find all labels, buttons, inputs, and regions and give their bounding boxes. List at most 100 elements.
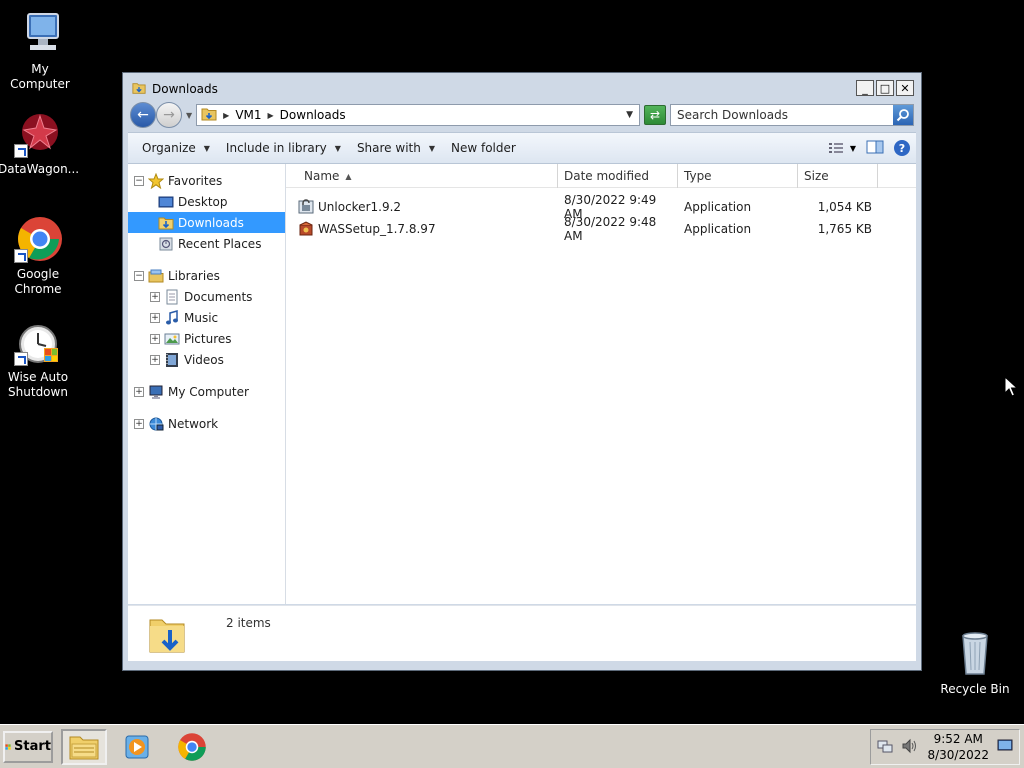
computer-icon: [16, 10, 64, 58]
taskbar-chrome-button[interactable]: [169, 729, 215, 765]
search-icon: [896, 109, 909, 122]
share-with-label: Share with: [356, 141, 421, 155]
address-history-dropdown[interactable]: ▼: [626, 110, 633, 120]
caret-down-icon[interactable]: ▼: [850, 144, 856, 153]
desktop-icon-my-computer[interactable]: My Computer: [0, 10, 80, 92]
nav-videos[interactable]: + Videos: [128, 349, 285, 370]
start-button[interactable]: Start: [3, 730, 53, 763]
nav-downloads[interactable]: Downloads: [128, 212, 285, 233]
back-button[interactable]: ←: [130, 102, 156, 128]
caret-down-icon: ▼: [203, 143, 210, 153]
column-header-name[interactable]: Name ▲: [286, 164, 558, 188]
column-header-type[interactable]: Type: [678, 164, 798, 188]
title-bar[interactable]: Downloads _ □ ✕: [128, 78, 916, 100]
change-view-button[interactable]: ▼: [828, 141, 856, 155]
recent-pages-dropdown[interactable]: ▼: [186, 111, 192, 120]
expand-toggle[interactable]: +: [134, 418, 144, 429]
desktop-icon-recycle-bin[interactable]: Recycle Bin: [935, 630, 1015, 697]
share-with-menu[interactable]: Share with ▼: [349, 136, 443, 160]
desktop-icon-google-chrome[interactable]: Google Chrome: [0, 215, 78, 297]
breadcrumb-downloads[interactable]: Downloads: [280, 108, 346, 122]
recycle-bin-icon: [951, 630, 999, 678]
nav-libraries[interactable]: − Libraries: [128, 265, 285, 286]
alarm-clock-icon: [14, 318, 62, 366]
show-desktop-icon[interactable]: [997, 739, 1013, 756]
nav-pictures[interactable]: + Pictures: [128, 328, 285, 349]
expand-toggle[interactable]: +: [150, 354, 160, 365]
expand-toggle[interactable]: +: [150, 312, 160, 323]
expand-toggle[interactable]: +: [150, 333, 160, 344]
clock-time: 9:52 AM: [933, 732, 983, 746]
desktop-icon-datawagon[interactable]: DataWagon...: [0, 110, 79, 177]
computer-icon: [148, 384, 164, 400]
clock-date: 8/30/2022: [927, 748, 989, 762]
taskbar-explorer-button[interactable]: [61, 728, 107, 765]
mouse-cursor-icon: [1004, 375, 1019, 401]
refresh-button[interactable]: ⇄: [644, 105, 666, 125]
expand-toggle[interactable]: +: [150, 291, 160, 302]
column-header-size[interactable]: Size: [798, 164, 878, 188]
pictures-icon: [164, 331, 180, 347]
file-name: WASSetup_1.7.8.97: [318, 222, 436, 236]
command-bar: Organize ▼ Include in library ▼ Share wi…: [128, 132, 916, 164]
nav-label: Network: [168, 416, 219, 431]
sort-ascending-icon: ▲: [345, 171, 352, 181]
nav-label: Videos: [184, 352, 224, 367]
minimize-button[interactable]: _: [856, 80, 874, 96]
nav-favorites[interactable]: − Favorites: [128, 170, 285, 191]
documents-icon: [164, 289, 180, 305]
file-size: 1,054 KB: [817, 200, 872, 214]
nav-desktop[interactable]: Desktop: [128, 191, 285, 212]
volume-icon[interactable]: [901, 738, 919, 757]
nav-recent-places[interactable]: Recent Places: [128, 233, 285, 254]
desktop-icon-label: Recycle Bin: [940, 682, 1010, 696]
nav-network[interactable]: + Network: [128, 413, 285, 434]
help-icon[interactable]: ?: [894, 140, 910, 156]
desktop-icon-wise-auto-shutdown[interactable]: Wise Auto Shutdown: [0, 318, 78, 400]
shortcut-arrow-icon: [14, 144, 28, 158]
nav-label: Documents: [184, 289, 253, 304]
breadcrumb-arrow[interactable]: ▶: [268, 111, 274, 120]
column-label: Size: [804, 169, 829, 183]
address-bar[interactable]: ▶ VM1 ▶ Downloads ▼: [196, 104, 640, 126]
nav-documents[interactable]: + Documents: [128, 286, 285, 307]
forward-button[interactable]: →: [156, 102, 182, 128]
taskbar-media-player-button[interactable]: [115, 729, 161, 765]
breadcrumb-vm1[interactable]: VM1: [235, 108, 261, 122]
arrow-right-icon: →: [163, 107, 175, 123]
file-date: 8/30/2022 9:48 AM: [564, 215, 657, 243]
nav-my-computer[interactable]: + My Computer: [128, 381, 285, 402]
nav-music[interactable]: + Music: [128, 307, 285, 328]
column-header-date-modified[interactable]: Date modified: [558, 164, 678, 188]
breadcrumb-arrow[interactable]: ▶: [223, 111, 229, 120]
preview-pane-button[interactable]: [866, 140, 884, 157]
collapse-toggle[interactable]: −: [134, 270, 144, 281]
nav-label: Downloads: [178, 215, 244, 230]
network-tray-icon[interactable]: [877, 738, 893, 757]
include-in-library-menu[interactable]: Include in library ▼: [218, 136, 349, 160]
address-row: ← → ▼ ▶ VM1 ▶ Downloads ▼ ⇄: [128, 100, 916, 130]
search-button[interactable]: [893, 105, 913, 125]
recent-places-icon: [158, 236, 174, 252]
desktop-icon-label: Wise Auto Shutdown: [7, 370, 69, 399]
file-row[interactable]: WASSetup_1.7.8.97 8/30/2022 9:48 AM Appl…: [286, 215, 916, 243]
close-button[interactable]: ✕: [896, 80, 914, 96]
search-input[interactable]: [671, 105, 893, 125]
expand-toggle[interactable]: +: [134, 386, 144, 397]
collapse-toggle[interactable]: −: [134, 175, 144, 186]
clock[interactable]: 9:52 AM 8/30/2022: [927, 731, 989, 763]
maximize-button[interactable]: □: [876, 80, 894, 96]
item-count: 2 items: [226, 616, 271, 630]
nav-label: Recent Places: [178, 236, 262, 251]
media-player-icon: [125, 735, 149, 758]
network-icon: [148, 416, 164, 432]
organize-menu[interactable]: Organize ▼: [134, 136, 218, 160]
downloads-folder-icon: [158, 215, 174, 231]
file-name: Unlocker1.9.2: [318, 200, 402, 214]
chrome-icon: [14, 215, 62, 263]
nav-label: Pictures: [184, 331, 232, 346]
unlocker-app-icon: [298, 199, 314, 215]
downloads-folder-icon: [148, 612, 188, 656]
new-folder-button[interactable]: New folder: [443, 136, 524, 160]
details-view-icon: [828, 143, 843, 153]
